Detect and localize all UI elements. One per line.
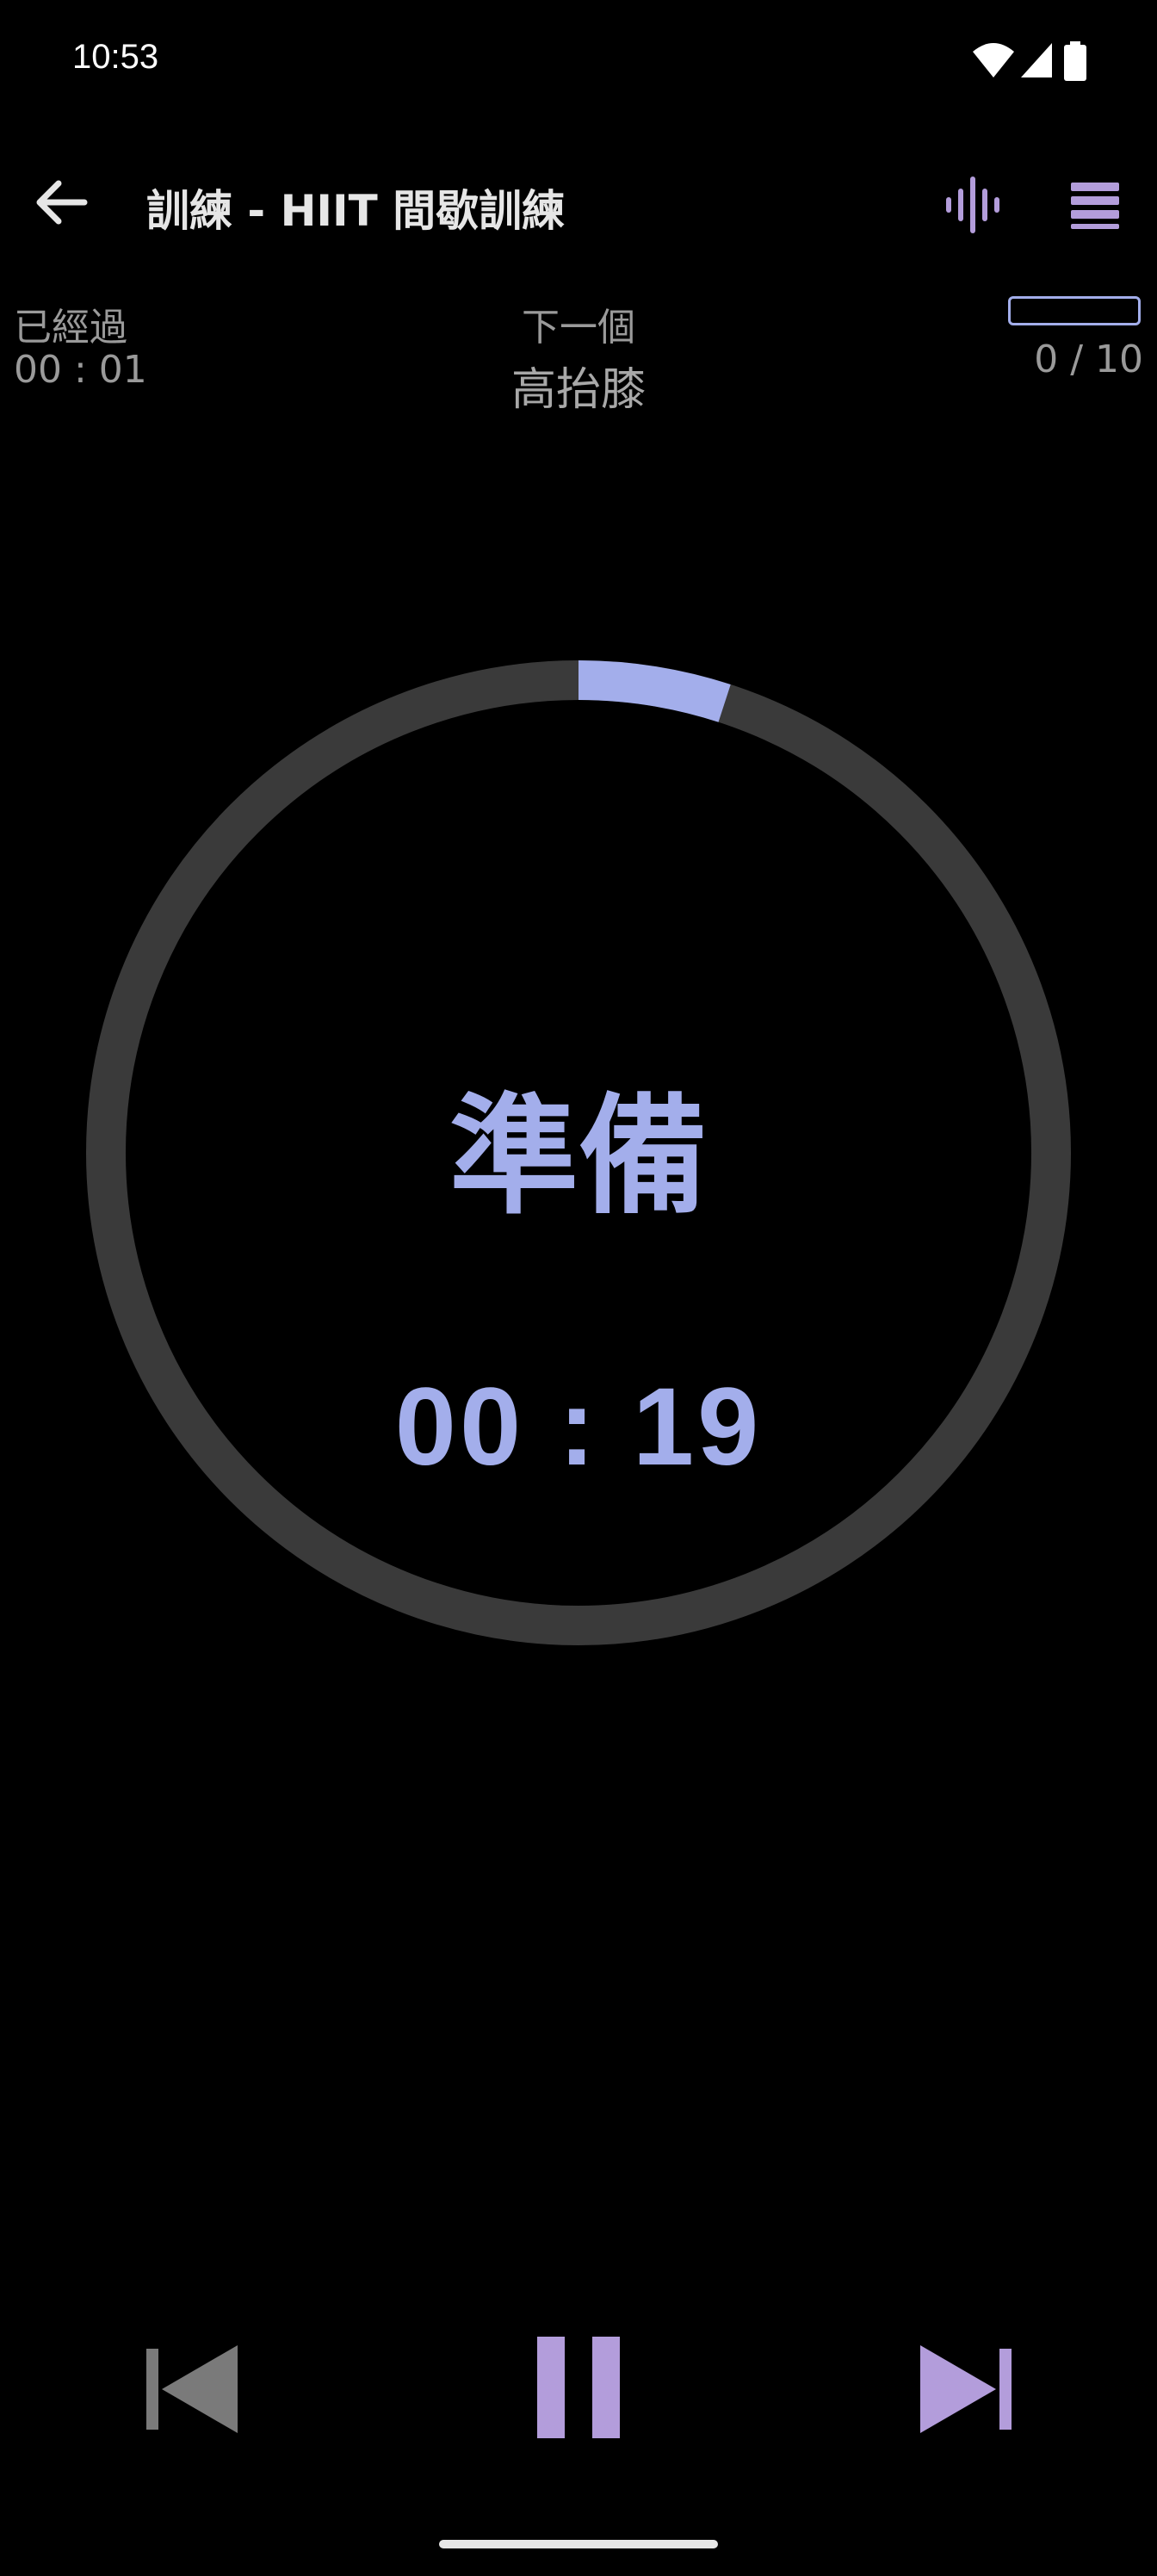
pause-button[interactable] xyxy=(525,2325,632,2454)
home-indicator[interactable] xyxy=(439,2540,718,2548)
next-exercise-name: 高抬膝 xyxy=(510,364,646,416)
sound-button[interactable] xyxy=(938,170,1007,239)
elapsed-label: 已經過 xyxy=(14,306,127,350)
workout-progress-count: 0 / 10 xyxy=(1034,337,1143,381)
menu-button[interactable] xyxy=(1059,170,1128,239)
next-exercise-label: 下一個 xyxy=(522,306,635,350)
menu-icon xyxy=(1071,183,1119,229)
workout-progress-bar xyxy=(1008,296,1141,325)
pause-icon xyxy=(537,2337,620,2438)
skip-next-button[interactable] xyxy=(908,2333,1020,2445)
page-title: 訓練 - HIIT 間歇訓練 xyxy=(146,186,566,236)
arrow-back-icon xyxy=(36,180,88,225)
back-button[interactable] xyxy=(28,168,96,237)
countdown-timer: 00 : 19 xyxy=(394,1365,763,1489)
phase-label: 準備 xyxy=(449,1082,708,1232)
sound-wave-icon xyxy=(946,176,999,233)
skip-next-icon xyxy=(920,2345,1012,2433)
status-time: 10:53 xyxy=(72,38,159,76)
wifi-icon xyxy=(973,43,1014,77)
previous-button[interactable] xyxy=(138,2333,250,2445)
elapsed-time: 00 : 01 xyxy=(14,348,147,392)
cellular-signal-icon xyxy=(1021,43,1052,77)
status-icons xyxy=(971,41,1109,84)
battery-icon xyxy=(1064,41,1086,81)
skip-previous-icon xyxy=(146,2345,238,2433)
